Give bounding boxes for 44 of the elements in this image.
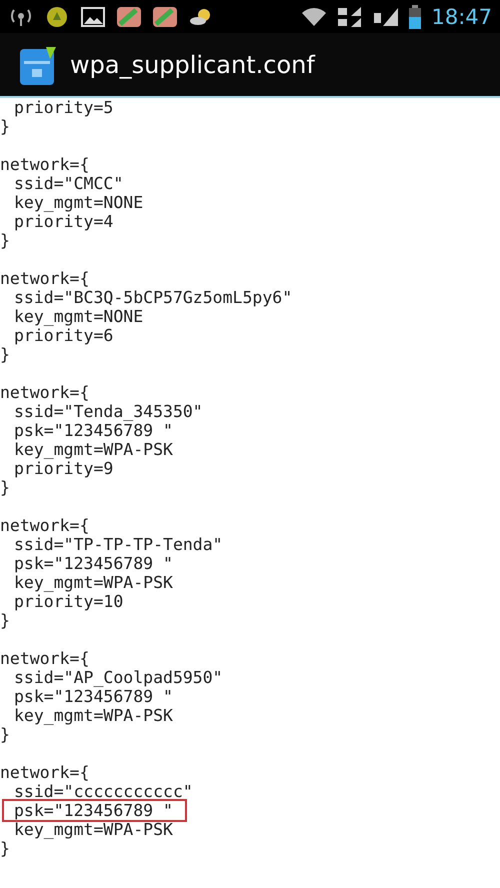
wifi-icon	[301, 6, 328, 28]
code-line: ssid="TP-TP-TP-Tenda"	[14, 535, 223, 554]
code-line: psk="123456789 "	[14, 687, 173, 706]
code-line: priority=6	[14, 326, 114, 345]
code-line: network={	[0, 269, 90, 288]
file-cabinet-icon	[20, 44, 58, 84]
code-line: key_mgmt=NONE	[14, 193, 144, 212]
code-line: priority=9	[14, 459, 114, 478]
dual-signal-icon	[337, 6, 364, 28]
clock-time: 18:47	[431, 4, 492, 28]
code-line: }	[0, 725, 10, 744]
app-tile-icon	[116, 6, 142, 28]
window-title: wpa_supplicant.conf	[70, 50, 315, 78]
code-line: key_mgmt=WPA-PSK	[14, 820, 173, 839]
code-line: priority=10	[14, 592, 124, 611]
code-line: ssid="ccccccccccc"	[14, 782, 193, 801]
code-line: network={	[0, 155, 90, 174]
code-line: }	[0, 478, 10, 497]
code-line: ssid="AP_Coolpad5950"	[14, 668, 223, 687]
code-line: ssid="Tenda_345350"	[14, 402, 203, 421]
code-line: key_mgmt=WPA-PSK	[14, 706, 173, 725]
code-line: }	[0, 611, 10, 630]
code-line: }	[0, 345, 10, 364]
code-line: network={	[0, 763, 90, 782]
code-line: key_mgmt=WPA-PSK	[14, 440, 173, 459]
app-tile-icon	[152, 6, 178, 28]
code-line: network={	[0, 383, 90, 402]
code-line: priority=4	[14, 212, 114, 231]
code-line: psk="123456789 "	[14, 421, 173, 440]
signal-icon	[373, 6, 400, 28]
code-line: network={	[0, 516, 90, 535]
code-line: }	[0, 839, 10, 858]
code-line: key_mgmt=WPA-PSK	[14, 573, 173, 592]
code-line: ssid="CMCC"	[14, 174, 124, 193]
highlighted-code-line: psk="123456789 "	[4, 801, 185, 820]
image-icon	[80, 6, 106, 28]
code-line: psk="123456789 "	[14, 554, 173, 573]
code-line: }	[0, 117, 10, 136]
battery-icon	[409, 4, 422, 28]
code-line: ssid="BC3Q-5bCP57Gz5omL5py6"	[14, 288, 292, 307]
code-line: }	[0, 231, 10, 250]
code-line: key_mgmt=NONE	[14, 307, 144, 326]
code-line: network={	[0, 649, 90, 668]
code-line: priority=5	[14, 98, 114, 117]
